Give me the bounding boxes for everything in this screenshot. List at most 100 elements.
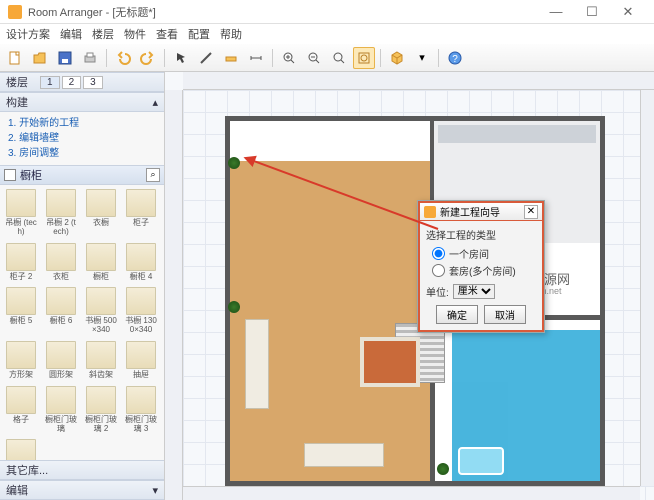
build-list: 开始新的工程 编辑墙壁 房间调整 [0,112,164,165]
dimension-tool-button[interactable] [245,47,267,69]
cancel-button[interactable]: 取消 [484,305,526,324]
gallery-item[interactable]: 书橱 1300×340 [124,287,158,335]
other-library-header[interactable]: 其它库... [0,460,164,480]
floor-tab-2[interactable]: 2 [62,76,82,89]
gallery-item[interactable]: 格子 [4,386,38,434]
dialog-titlebar[interactable]: 新建工程向导 ✕ [418,201,544,221]
zoom-out-button[interactable] [303,47,325,69]
close-button[interactable]: ✕ [610,4,646,20]
3d-view-button[interactable] [386,47,408,69]
floor-tab-3[interactable]: 3 [83,76,103,89]
menu-config[interactable]: 配置 [188,26,210,42]
category-search-icon[interactable]: ⌕ [146,168,160,182]
ruler-vertical [165,90,183,500]
wall-tool-button[interactable] [195,47,217,69]
measure-tool-button[interactable] [220,47,242,69]
print-button[interactable] [79,47,101,69]
floor-tab-1[interactable]: 1 [40,76,60,89]
pointer-tool-button[interactable] [170,47,192,69]
build-item-room-adjust[interactable]: 房间调整 [8,146,156,161]
furniture-thumb-icon [126,189,156,217]
dialog-select-label: 选择工程的类型 [426,227,536,242]
floors-panel-header[interactable]: 楼层 1 2 3 [0,72,164,92]
zoom-in-button[interactable] [278,47,300,69]
gallery-item[interactable]: 柜子 2 [4,243,38,282]
menubar: 设计方案 编辑 楼层 物件 查看 配置 帮助 [0,24,654,44]
gallery-item[interactable]: 橱柜门玻璃 2 [84,386,118,434]
zoom-window-button[interactable] [353,47,375,69]
canvas-area[interactable]: 新建工程向导 ✕ 选择工程的类型 一个房间 套房(多个房间) 单位: 厘米 确定… [165,72,654,500]
help-button[interactable]: ? [444,47,466,69]
furniture-thumb-icon [6,439,36,460]
scrollbar-horizontal[interactable] [183,486,640,500]
gallery-item[interactable]: 吊橱 (tech) [4,189,38,237]
gallery-item[interactable]: 方形架 [4,341,38,380]
menu-object[interactable]: 物件 [124,26,146,42]
furniture-thumb-icon [86,341,116,369]
furniture-thumb-icon [46,243,76,271]
gallery-item[interactable]: 吊橱 2 (tech) [44,189,78,237]
minimize-button[interactable]: — [538,4,574,19]
gallery-item[interactable]: 书橱 500×340 [84,287,118,335]
kitchen-counter [438,125,597,143]
build-item-edit-walls[interactable]: 编辑墙壁 [8,131,156,146]
gallery-item-label: 柜子 2 [4,273,38,282]
sofa [304,443,384,467]
new-file-button[interactable] [4,47,26,69]
menu-view[interactable]: 查看 [156,26,178,42]
gallery-item-label: 柜子 [124,219,158,228]
zoom-fit-button[interactable] [328,47,350,69]
build-panel-header[interactable]: 构建▴ [0,92,164,112]
furniture-thumb-icon [46,386,76,414]
furniture-thumb-icon [86,189,116,217]
gallery-item-label: 书橱 1300×340 [124,317,158,335]
furniture-thumb-icon [126,287,156,315]
redo-button[interactable] [137,47,159,69]
gallery-item-label: 橱柜 4 [124,273,158,282]
dialog-close-button[interactable]: ✕ [524,205,538,219]
gallery-item[interactable]: 橱柜 6 [44,287,78,335]
gallery-item[interactable]: 衣柜 [44,243,78,282]
gallery-item[interactable]: 圆形架 [44,341,78,380]
gallery-item[interactable]: 柜子 [124,189,158,237]
unit-select[interactable]: 厘米 [453,284,495,299]
gallery-item[interactable]: 橱柜 4 [124,243,158,282]
dialog-title: 新建工程向导 [440,204,500,219]
ruler-horizontal [183,72,654,90]
sidebar: 楼层 1 2 3 构建▴ 开始新的工程 编辑墙壁 房间调整 橱柜 ⌕ 吊橱 (t… [0,72,165,500]
gallery-item[interactable]: 抽屉 [124,341,158,380]
gallery-item[interactable]: 衣橱 [84,189,118,237]
scrollbar-vertical[interactable] [640,90,654,486]
open-file-button[interactable] [29,47,51,69]
undo-button[interactable] [112,47,134,69]
gallery-item[interactable]: 橱柜 [84,243,118,282]
gallery-item[interactable]: 橱柜门玻璃 [44,386,78,434]
maximize-button[interactable]: ☐ [574,4,610,20]
gallery-item[interactable]: 橱柜门玻璃 3 [124,386,158,434]
menu-floor[interactable]: 楼层 [92,26,114,42]
3d-dropdown-icon[interactable]: ▾ [411,47,433,69]
radio-multi-room[interactable]: 套房(多个房间) [432,263,536,278]
category-checkbox-icon[interactable] [4,169,16,181]
radio-single-room[interactable]: 一个房间 [432,246,536,261]
floor-plan[interactable] [225,116,605,486]
menu-design[interactable]: 设计方案 [6,26,50,42]
gallery-item-label: 橱柜门玻璃 2 [84,416,118,434]
category-header[interactable]: 橱柜 ⌕ [0,165,164,185]
furniture-thumb-icon [126,386,156,414]
menu-edit[interactable]: 编辑 [60,26,82,42]
edit-panel-header[interactable]: 编辑▾ [0,480,164,500]
furniture-thumb-icon [86,287,116,315]
build-item-new-project[interactable]: 开始新的工程 [8,116,156,131]
furniture-thumb-icon [46,189,76,217]
furniture-thumb-icon [46,341,76,369]
save-button[interactable] [54,47,76,69]
gallery-item[interactable]: 橱柜 5 [4,287,38,335]
menu-help[interactable]: 帮助 [220,26,242,42]
gallery-item-label: 圆形架 [44,371,78,380]
gallery-item[interactable]: 斜齿架 [84,341,118,380]
furniture-thumb-icon [6,189,36,217]
gallery-item[interactable]: 橱柜门玻璃 [4,439,38,460]
plant-icon [228,301,240,313]
ok-button[interactable]: 确定 [436,305,478,324]
